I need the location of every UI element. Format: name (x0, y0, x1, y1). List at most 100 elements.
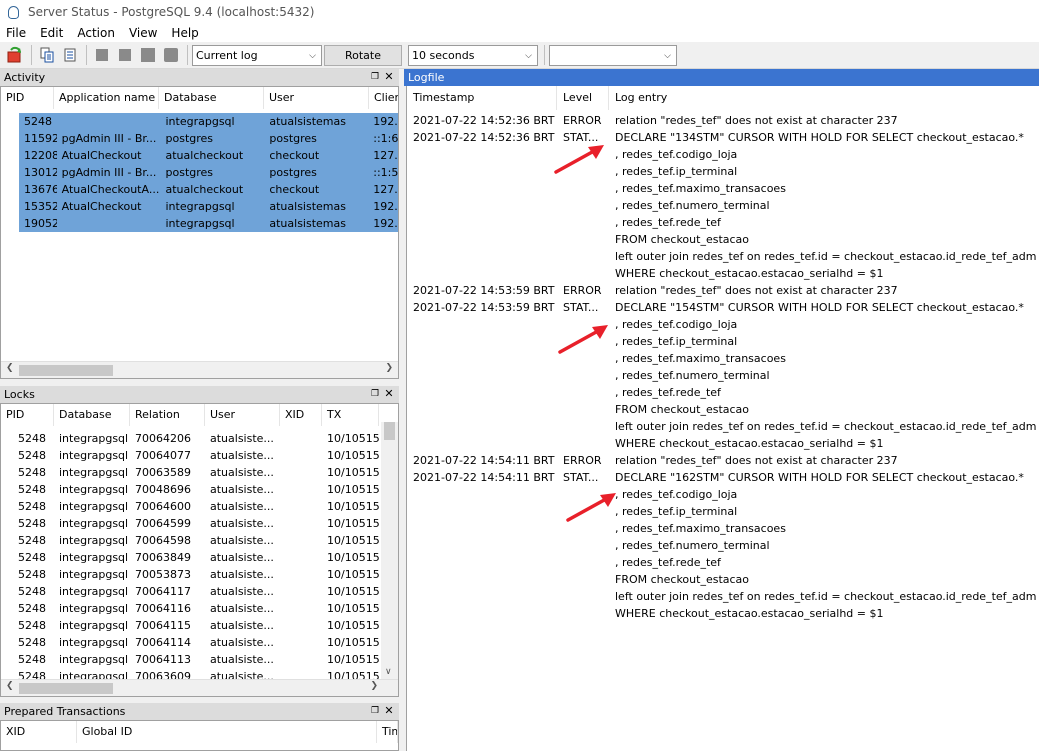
table-row[interactable]: 5248 integrapgsql 70064599 atualsiste... 10/… (1, 515, 381, 532)
maximize-icon[interactable]: ❐ (369, 70, 381, 84)
column-header-log-entry[interactable]: Log entry (609, 86, 1039, 110)
log-row[interactable]: , redes_tef.maximo_transacoes (407, 520, 1039, 537)
table-row[interactable]: 5248 integrapgsql 70064116 atualsiste... 10/… (1, 600, 381, 617)
table-row[interactable]: 5248 integrapgsql atualsistemas 192. (19, 113, 398, 130)
table-row[interactable]: 11592 pgAdmin III - Br... postgres postgres… (19, 130, 398, 147)
table-row[interactable]: 5248 integrapgsql 70064113 atualsiste... 10/… (1, 651, 381, 668)
log-row[interactable]: , redes_tef.rede_tef (407, 554, 1039, 571)
table-row[interactable]: 5248 integrapgsql 70064117 atualsiste... 10/… (1, 583, 381, 600)
close-icon[interactable]: ✕ (383, 70, 395, 84)
log-row[interactable]: , redes_tef.numero_terminal (407, 197, 1039, 214)
close-icon[interactable]: ✕ (383, 387, 395, 401)
log-row[interactable]: , redes_tef.rede_tef (407, 214, 1039, 231)
column-header-timestamp[interactable]: Timestamp (407, 86, 557, 110)
table-row[interactable]: 5248 integrapgsql 70053873 atualsiste... 10/… (1, 566, 381, 583)
column-header-database[interactable]: Database (159, 87, 264, 109)
log-row[interactable]: FROM checkout_estacao (407, 571, 1039, 588)
table-row[interactable]: 13676 AtualCheckoutA... atualcheckout check… (19, 181, 398, 198)
logfile-list[interactable]: Timestamp Level Log entry 2021-07-22 14:… (406, 86, 1039, 751)
log-row[interactable]: WHERE checkout_estacao.estacao_serialhd … (407, 265, 1039, 282)
column-header-application[interactable]: Application name (54, 87, 159, 109)
table-row[interactable]: 19052 integrapgsql atualsistemas 192. (19, 215, 398, 232)
column-header-client[interactable]: Clier (369, 87, 398, 109)
table-row[interactable]: 5248 integrapgsql 70064115 atualsiste... 10/… (1, 617, 381, 634)
log-row[interactable]: , redes_tef.codigo_loja (407, 486, 1039, 503)
menu-help[interactable]: Help (171, 26, 198, 40)
database-select[interactable]: ⌵ (549, 44, 677, 66)
table-row[interactable]: 5248 integrapgsql 70063589 atualsiste... 10/… (1, 464, 381, 481)
column-header-relation[interactable]: Relation (130, 404, 205, 426)
locks-list[interactable]: PID Database Relation User XID TX 5248 in… (0, 403, 399, 697)
table-row[interactable]: 5248 integrapgsql 70063849 atualsiste... 10/… (1, 549, 381, 566)
table-row[interactable]: 5248 integrapgsql 70064077 atualsiste... 10/… (1, 447, 381, 464)
chevron-left-icon[interactable]: ❮ (6, 363, 14, 373)
locks-hscrollbar[interactable]: ❮ ❯ (1, 679, 398, 696)
log-row[interactable]: , redes_tef.maximo_transacoes (407, 350, 1039, 367)
table-row[interactable]: 5248 integrapgsql 70048696 atualsiste... 10/… (1, 481, 381, 498)
scroll-thumb[interactable] (19, 365, 113, 376)
refresh-interval-select[interactable]: 10 seconds ⌵ (408, 44, 538, 66)
menu-action[interactable]: Action (77, 26, 115, 40)
log-row[interactable]: , redes_tef.codigo_loja (407, 316, 1039, 333)
log-row[interactable]: 2021-07-22 14:54:11 BRT ERROR relation "re… (407, 452, 1039, 469)
close-icon[interactable]: ✕ (383, 704, 395, 718)
terminate-backend-button[interactable] (114, 44, 136, 66)
menu-edit[interactable]: Edit (40, 26, 63, 40)
chevron-left-icon[interactable]: ❮ (6, 681, 14, 691)
log-row[interactable]: , redes_tef.codigo_loja (407, 146, 1039, 163)
column-header-user[interactable]: User (205, 404, 280, 426)
copy-button[interactable] (36, 44, 58, 66)
locks-vscrollbar[interactable]: ∨ (381, 422, 398, 679)
log-row[interactable]: 2021-07-22 14:52:36 BRT ERROR relation "re… (407, 112, 1039, 129)
column-header-xid[interactable]: XID (1, 721, 77, 743)
column-header-level[interactable]: Level (557, 86, 609, 110)
table-row[interactable]: 5248 integrapgsql 70064600 atualsiste... 10/… (1, 498, 381, 515)
log-row[interactable]: WHERE checkout_estacao.estacao_serialhd … (407, 605, 1039, 622)
prepared-list[interactable]: XID Global ID Tim (0, 720, 399, 751)
log-row[interactable]: , redes_tef.numero_terminal (407, 537, 1039, 554)
column-header-pid[interactable]: PID (1, 404, 54, 426)
log-row[interactable]: 2021-07-22 14:53:59 BRT STAT... DECLARE "1… (407, 299, 1039, 316)
scroll-thumb[interactable] (19, 683, 113, 694)
log-row[interactable]: WHERE checkout_estacao.estacao_serialhd … (407, 435, 1039, 452)
log-row[interactable]: , redes_tef.ip_terminal (407, 163, 1039, 180)
properties-button[interactable] (59, 44, 81, 66)
cancel-query-button[interactable] (91, 44, 113, 66)
maximize-icon[interactable]: ❐ (369, 387, 381, 401)
log-row[interactable]: , redes_tef.ip_terminal (407, 333, 1039, 350)
log-row[interactable]: , redes_tef.ip_terminal (407, 503, 1039, 520)
log-row[interactable]: 2021-07-22 14:53:59 BRT ERROR relation "re… (407, 282, 1039, 299)
menu-file[interactable]: File (6, 26, 26, 40)
table-row[interactable]: 5248 integrapgsql 70064598 atualsiste... 10/… (1, 532, 381, 549)
chevron-down-icon[interactable]: ∨ (385, 667, 392, 677)
log-row[interactable]: FROM checkout_estacao (407, 401, 1039, 418)
log-row[interactable]: , redes_tef.rede_tef (407, 384, 1039, 401)
log-row[interactable]: FROM checkout_estacao (407, 231, 1039, 248)
rollback-prepared-button[interactable] (160, 44, 182, 66)
table-row[interactable]: 12208 AtualCheckout atualcheckout checkout 1… (19, 147, 398, 164)
table-row[interactable]: 5248 integrapgsql 70064114 atualsiste... 10/… (1, 634, 381, 651)
log-row[interactable]: 2021-07-22 14:52:36 BRT STAT... DECLARE "1… (407, 129, 1039, 146)
activity-hscrollbar[interactable]: ❮ ❯ (1, 361, 398, 378)
table-row[interactable]: 13012 pgAdmin III - Br... postgres postgres… (19, 164, 398, 181)
log-row[interactable]: left outer join redes_tef on redes_tef.i… (407, 418, 1039, 435)
chevron-right-icon[interactable]: ❯ (385, 363, 393, 373)
log-file-select[interactable]: Current log ⌵ (192, 44, 322, 66)
commit-prepared-button[interactable] (137, 44, 159, 66)
chevron-right-icon[interactable]: ❯ (370, 681, 378, 691)
column-header-pid[interactable]: PID (1, 87, 54, 109)
log-row[interactable]: left outer join redes_tef on redes_tef.i… (407, 588, 1039, 605)
menu-view[interactable]: View (129, 26, 157, 40)
column-header-tx[interactable]: TX (322, 404, 379, 426)
activity-list[interactable]: PID Application name Database User Clier… (0, 86, 399, 379)
scroll-thumb[interactable] (384, 422, 395, 440)
maximize-icon[interactable]: ❐ (369, 704, 381, 718)
column-header-global-id[interactable]: Global ID (77, 721, 377, 743)
column-header-database[interactable]: Database (54, 404, 130, 426)
rotate-button[interactable]: Rotate (324, 44, 402, 66)
column-header-user[interactable]: User (264, 87, 369, 109)
log-row[interactable]: , redes_tef.maximo_transacoes (407, 180, 1039, 197)
log-row[interactable]: , redes_tef.numero_terminal (407, 367, 1039, 384)
column-header-xid[interactable]: XID (280, 404, 322, 426)
log-row[interactable]: left outer join redes_tef on redes_tef.i… (407, 248, 1039, 265)
